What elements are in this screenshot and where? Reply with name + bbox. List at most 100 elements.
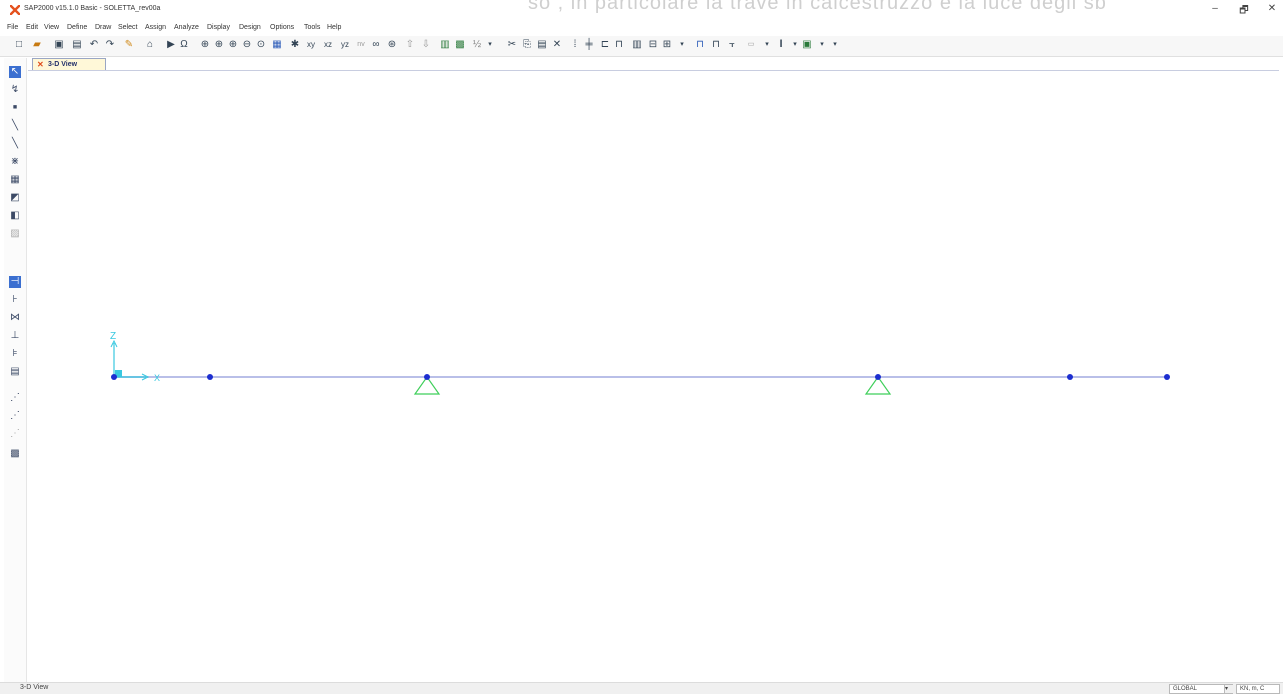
dropdown-arrow-icon[interactable]: ▾ bbox=[817, 39, 827, 51]
title-bar: SAP2000 v15.1.0 Basic - SOLETTA_rev00a s… bbox=[0, 0, 1283, 20]
snap-intersections-icon[interactable]: ⋈ bbox=[9, 312, 21, 324]
reshape-icon[interactable]: ↯ bbox=[9, 84, 21, 96]
delete-icon[interactable]: ✕ bbox=[552, 39, 562, 51]
table-icon[interactable]: ▭ bbox=[746, 39, 756, 51]
assign-joint-icon[interactable]: ⁞ bbox=[570, 39, 580, 51]
menu-design[interactable]: Design bbox=[239, 24, 261, 31]
up-icon[interactable]: ⇧ bbox=[405, 39, 415, 51]
nv-view-icon[interactable]: nv bbox=[355, 39, 367, 51]
joint-2[interactable] bbox=[207, 374, 213, 380]
menu-file[interactable]: File bbox=[7, 24, 18, 31]
draw-poly-area-icon[interactable]: ◩ bbox=[9, 192, 21, 204]
undo-icon[interactable]: ↶ bbox=[89, 39, 99, 51]
print-icon[interactable]: ▤ bbox=[72, 39, 82, 51]
menu-edit[interactable]: Edit bbox=[26, 24, 38, 31]
dropdown-arrow-icon[interactable]: ▾ bbox=[485, 39, 495, 51]
rubber-band-zoom-icon[interactable]: ⊕ bbox=[200, 39, 210, 51]
default-3d-view-icon[interactable]: ▦ bbox=[272, 39, 282, 51]
dropdown-arrow-icon[interactable]: ▾ bbox=[677, 39, 687, 51]
select-all-icon[interactable]: ⋰ bbox=[9, 392, 21, 404]
menu-help[interactable]: Help bbox=[327, 24, 341, 31]
save-icon[interactable]: ▣ bbox=[54, 39, 64, 51]
snap-lines-icon[interactable]: ⊧ bbox=[9, 348, 21, 360]
model-viewport[interactable]: Z X bbox=[28, 70, 1279, 683]
show-deformed-icon[interactable]: ⊟ bbox=[648, 39, 658, 51]
main-toolbar: □ ▰ ▣ ▤ ↶ ↷ ✎ ⌂ ▶ Ω ⊕ ⊕ ⊕ ⊖ ⊙ ▦ ✱ xy xz … bbox=[0, 36, 1283, 57]
pencil-icon[interactable]: ✎ bbox=[124, 39, 134, 51]
get-previous-icon[interactable]: ⋰ bbox=[9, 410, 21, 422]
refresh-icon[interactable]: Ω bbox=[179, 39, 189, 51]
graph-icon[interactable]: ⫟ bbox=[727, 39, 737, 51]
quick-draw-frame-icon[interactable]: ⋇ bbox=[9, 156, 21, 168]
joint-1[interactable] bbox=[111, 374, 117, 380]
joint-5[interactable] bbox=[1067, 374, 1073, 380]
steel-design-icon[interactable]: 𝐈 bbox=[776, 39, 786, 51]
section-icon[interactable]: ⊓ bbox=[711, 39, 721, 51]
menu-define[interactable]: Define bbox=[67, 24, 87, 31]
menu-display[interactable]: Display bbox=[207, 24, 230, 31]
show-undeformed-icon[interactable]: ▥ bbox=[632, 39, 642, 51]
draw-frame-icon[interactable]: ╲ bbox=[9, 120, 21, 132]
assign-area-icon[interactable]: ⊏ bbox=[600, 39, 610, 51]
select-intersect-icon[interactable]: ▩ bbox=[9, 448, 21, 460]
redo-icon[interactable]: ↷ bbox=[105, 39, 115, 51]
paste-icon[interactable]: ▤ bbox=[537, 39, 547, 51]
joint-4[interactable] bbox=[875, 374, 881, 380]
cut-icon[interactable]: ✂ bbox=[507, 39, 517, 51]
xy-view-icon[interactable]: xy bbox=[305, 39, 317, 51]
rotate-3d-icon[interactable]: ✱ bbox=[290, 39, 300, 51]
draw-solid-icon[interactable]: ▨ bbox=[9, 228, 21, 240]
menu-assign[interactable]: Assign bbox=[145, 24, 166, 31]
menu-options[interactable]: Options bbox=[270, 24, 294, 31]
minimize-button[interactable]: – bbox=[1207, 3, 1223, 14]
z-axis-label: Z bbox=[110, 331, 116, 342]
draw-rect-area-icon[interactable]: ◧ bbox=[9, 210, 21, 222]
assign-frame-icon[interactable]: ╪ bbox=[584, 39, 594, 51]
xz-view-icon[interactable]: xz bbox=[322, 39, 334, 51]
down-icon[interactable]: ⇩ bbox=[421, 39, 431, 51]
set-display-icon[interactable]: ▩ bbox=[455, 39, 465, 51]
display-options-icon[interactable]: ½ bbox=[472, 39, 482, 51]
snap-ends-icon[interactable]: ⊦ bbox=[9, 294, 21, 306]
object-shrink-icon[interactable]: ▥ bbox=[440, 39, 450, 51]
copy-icon[interactable]: ⎘ bbox=[522, 39, 532, 51]
run-icon[interactable]: ▶ bbox=[166, 39, 176, 51]
load-icon[interactable]: ⊓ bbox=[614, 39, 624, 51]
yz-view-icon[interactable]: yz bbox=[339, 39, 351, 51]
zoom-in-icon[interactable]: ⊕ bbox=[228, 39, 238, 51]
menu-tools[interactable]: Tools bbox=[304, 24, 320, 31]
draw-frame-icon[interactable]: ⊓ bbox=[695, 39, 705, 51]
new-model-icon[interactable]: □ bbox=[14, 39, 24, 51]
sap2000-logo-icon bbox=[10, 5, 20, 15]
perspective-icon[interactable]: ∞ bbox=[371, 39, 381, 51]
zoom-restore-icon[interactable]: ⊕ bbox=[214, 39, 224, 51]
menu-draw[interactable]: Draw bbox=[95, 24, 111, 31]
draw-grid-area-icon[interactable]: ▦ bbox=[9, 174, 21, 186]
menu-view[interactable]: View bbox=[44, 24, 59, 31]
draw-line-icon[interactable]: ╲ bbox=[9, 138, 21, 150]
lock-icon[interactable]: ⌂ bbox=[145, 39, 155, 51]
joint-3[interactable] bbox=[424, 374, 430, 380]
zoom-out-icon[interactable]: ⊖ bbox=[242, 39, 252, 51]
menu-analyze[interactable]: Analyze bbox=[174, 24, 199, 31]
menu-select[interactable]: Select bbox=[118, 24, 137, 31]
concrete-design-icon[interactable]: ▣ bbox=[802, 39, 812, 51]
set-limits-icon[interactable]: ⊛ bbox=[387, 39, 397, 51]
pan-icon[interactable]: ⊙ bbox=[256, 39, 266, 51]
dropdown-arrow-icon[interactable]: ▾ bbox=[790, 39, 800, 51]
joint-6[interactable] bbox=[1164, 374, 1170, 380]
maximize-button[interactable]: 🗗 bbox=[1236, 3, 1252, 20]
open-icon[interactable]: ▰ bbox=[32, 39, 42, 51]
dropdown-arrow-icon[interactable]: ▾ bbox=[762, 39, 772, 51]
show-forces-icon[interactable]: ⊞ bbox=[662, 39, 672, 51]
close-button[interactable]: ✕ bbox=[1264, 3, 1280, 14]
snap-perpendicular-icon[interactable]: ⊥ bbox=[9, 330, 21, 342]
model-canvas[interactable]: Z X bbox=[28, 71, 1279, 683]
dropdown-arrow-icon[interactable]: ▾ bbox=[830, 39, 840, 51]
coord-system-value: GLOBAL bbox=[1173, 686, 1198, 692]
clear-selection-icon[interactable]: ⋰ bbox=[9, 428, 21, 440]
pointer-icon[interactable]: ↖ bbox=[9, 66, 21, 78]
snap-grid-icon[interactable]: ▤ bbox=[9, 366, 21, 378]
snap-points-icon[interactable]: ⊣ bbox=[9, 276, 21, 288]
draw-joint-icon[interactable]: ■ bbox=[9, 102, 21, 114]
